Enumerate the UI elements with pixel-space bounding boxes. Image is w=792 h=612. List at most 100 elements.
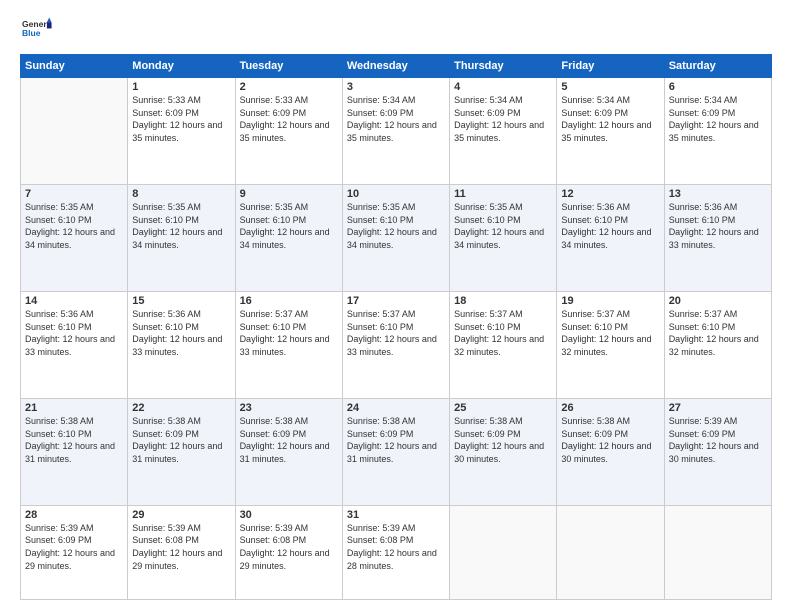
calendar-table: SundayMondayTuesdayWednesdayThursdayFrid…	[20, 54, 772, 600]
calendar-cell: 5Sunrise: 5:34 AMSunset: 6:09 PMDaylight…	[557, 78, 664, 185]
calendar-cell: 24Sunrise: 5:38 AMSunset: 6:09 PMDayligh…	[342, 398, 449, 505]
calendar-cell: 2Sunrise: 5:33 AMSunset: 6:09 PMDaylight…	[235, 78, 342, 185]
day-number: 1	[132, 81, 230, 93]
calendar-cell: 30Sunrise: 5:39 AMSunset: 6:08 PMDayligh…	[235, 505, 342, 599]
day-number: 8	[132, 188, 230, 200]
day-info: Sunrise: 5:35 AMSunset: 6:10 PMDaylight:…	[240, 201, 338, 251]
day-info: Sunrise: 5:39 AMSunset: 6:08 PMDaylight:…	[240, 522, 338, 572]
calendar-cell: 4Sunrise: 5:34 AMSunset: 6:09 PMDaylight…	[450, 78, 557, 185]
day-info: Sunrise: 5:36 AMSunset: 6:10 PMDaylight:…	[669, 201, 767, 251]
day-number: 4	[454, 81, 552, 93]
calendar-cell: 9Sunrise: 5:35 AMSunset: 6:10 PMDaylight…	[235, 184, 342, 291]
day-info: Sunrise: 5:37 AMSunset: 6:10 PMDaylight:…	[454, 308, 552, 358]
day-number: 14	[25, 295, 123, 307]
day-info: Sunrise: 5:37 AMSunset: 6:10 PMDaylight:…	[561, 308, 659, 358]
day-info: Sunrise: 5:36 AMSunset: 6:10 PMDaylight:…	[561, 201, 659, 251]
calendar-cell: 20Sunrise: 5:37 AMSunset: 6:10 PMDayligh…	[664, 291, 771, 398]
svg-text:Blue: Blue	[22, 28, 41, 38]
day-number: 15	[132, 295, 230, 307]
day-info: Sunrise: 5:34 AMSunset: 6:09 PMDaylight:…	[347, 94, 445, 144]
day-info: Sunrise: 5:35 AMSunset: 6:10 PMDaylight:…	[347, 201, 445, 251]
column-header-wednesday: Wednesday	[342, 55, 449, 78]
calendar-cell: 21Sunrise: 5:38 AMSunset: 6:10 PMDayligh…	[21, 398, 128, 505]
day-number: 17	[347, 295, 445, 307]
calendar-cell: 17Sunrise: 5:37 AMSunset: 6:10 PMDayligh…	[342, 291, 449, 398]
calendar-cell	[664, 505, 771, 599]
day-info: Sunrise: 5:39 AMSunset: 6:08 PMDaylight:…	[347, 522, 445, 572]
day-info: Sunrise: 5:38 AMSunset: 6:09 PMDaylight:…	[347, 415, 445, 465]
day-info: Sunrise: 5:36 AMSunset: 6:10 PMDaylight:…	[132, 308, 230, 358]
day-number: 16	[240, 295, 338, 307]
calendar-cell: 19Sunrise: 5:37 AMSunset: 6:10 PMDayligh…	[557, 291, 664, 398]
calendar-cell: 25Sunrise: 5:38 AMSunset: 6:09 PMDayligh…	[450, 398, 557, 505]
calendar-cell: 1Sunrise: 5:33 AMSunset: 6:09 PMDaylight…	[128, 78, 235, 185]
column-header-saturday: Saturday	[664, 55, 771, 78]
calendar-cell: 7Sunrise: 5:35 AMSunset: 6:10 PMDaylight…	[21, 184, 128, 291]
column-header-sunday: Sunday	[21, 55, 128, 78]
day-number: 19	[561, 295, 659, 307]
calendar-cell	[557, 505, 664, 599]
column-header-monday: Monday	[128, 55, 235, 78]
day-info: Sunrise: 5:34 AMSunset: 6:09 PMDaylight:…	[454, 94, 552, 144]
day-info: Sunrise: 5:38 AMSunset: 6:09 PMDaylight:…	[132, 415, 230, 465]
day-info: Sunrise: 5:38 AMSunset: 6:09 PMDaylight:…	[561, 415, 659, 465]
calendar-cell: 22Sunrise: 5:38 AMSunset: 6:09 PMDayligh…	[128, 398, 235, 505]
day-number: 24	[347, 402, 445, 414]
day-info: Sunrise: 5:38 AMSunset: 6:09 PMDaylight:…	[240, 415, 338, 465]
calendar-cell	[450, 505, 557, 599]
day-number: 10	[347, 188, 445, 200]
day-info: Sunrise: 5:38 AMSunset: 6:09 PMDaylight:…	[454, 415, 552, 465]
calendar-cell: 28Sunrise: 5:39 AMSunset: 6:09 PMDayligh…	[21, 505, 128, 599]
header: General Blue	[20, 16, 772, 44]
column-headers: SundayMondayTuesdayWednesdayThursdayFrid…	[21, 55, 772, 78]
calendar-cell: 6Sunrise: 5:34 AMSunset: 6:09 PMDaylight…	[664, 78, 771, 185]
day-info: Sunrise: 5:35 AMSunset: 6:10 PMDaylight:…	[25, 201, 123, 251]
column-header-thursday: Thursday	[450, 55, 557, 78]
day-info: Sunrise: 5:39 AMSunset: 6:08 PMDaylight:…	[132, 522, 230, 572]
day-info: Sunrise: 5:33 AMSunset: 6:09 PMDaylight:…	[240, 94, 338, 144]
day-number: 9	[240, 188, 338, 200]
day-number: 29	[132, 509, 230, 521]
calendar-cell: 15Sunrise: 5:36 AMSunset: 6:10 PMDayligh…	[128, 291, 235, 398]
calendar-cell: 10Sunrise: 5:35 AMSunset: 6:10 PMDayligh…	[342, 184, 449, 291]
column-header-tuesday: Tuesday	[235, 55, 342, 78]
day-number: 18	[454, 295, 552, 307]
calendar-cell	[21, 78, 128, 185]
day-number: 13	[669, 188, 767, 200]
day-number: 28	[25, 509, 123, 521]
calendar-cell: 13Sunrise: 5:36 AMSunset: 6:10 PMDayligh…	[664, 184, 771, 291]
week-row-1: 1Sunrise: 5:33 AMSunset: 6:09 PMDaylight…	[21, 78, 772, 185]
calendar-cell: 3Sunrise: 5:34 AMSunset: 6:09 PMDaylight…	[342, 78, 449, 185]
day-number: 21	[25, 402, 123, 414]
day-info: Sunrise: 5:39 AMSunset: 6:09 PMDaylight:…	[25, 522, 123, 572]
day-number: 12	[561, 188, 659, 200]
calendar-cell: 16Sunrise: 5:37 AMSunset: 6:10 PMDayligh…	[235, 291, 342, 398]
calendar-cell: 8Sunrise: 5:35 AMSunset: 6:10 PMDaylight…	[128, 184, 235, 291]
day-info: Sunrise: 5:34 AMSunset: 6:09 PMDaylight:…	[669, 94, 767, 144]
day-info: Sunrise: 5:36 AMSunset: 6:10 PMDaylight:…	[25, 308, 123, 358]
calendar-page: General Blue SundayMondayTuesdayWednesda…	[0, 0, 792, 612]
day-info: Sunrise: 5:37 AMSunset: 6:10 PMDaylight:…	[347, 308, 445, 358]
day-number: 25	[454, 402, 552, 414]
day-info: Sunrise: 5:33 AMSunset: 6:09 PMDaylight:…	[132, 94, 230, 144]
day-number: 11	[454, 188, 552, 200]
day-number: 20	[669, 295, 767, 307]
calendar-cell: 26Sunrise: 5:38 AMSunset: 6:09 PMDayligh…	[557, 398, 664, 505]
calendar-cell: 23Sunrise: 5:38 AMSunset: 6:09 PMDayligh…	[235, 398, 342, 505]
week-row-4: 21Sunrise: 5:38 AMSunset: 6:10 PMDayligh…	[21, 398, 772, 505]
day-info: Sunrise: 5:35 AMSunset: 6:10 PMDaylight:…	[132, 201, 230, 251]
calendar-cell: 27Sunrise: 5:39 AMSunset: 6:09 PMDayligh…	[664, 398, 771, 505]
calendar-cell: 29Sunrise: 5:39 AMSunset: 6:08 PMDayligh…	[128, 505, 235, 599]
logo: General Blue	[20, 16, 52, 44]
calendar-cell: 31Sunrise: 5:39 AMSunset: 6:08 PMDayligh…	[342, 505, 449, 599]
day-info: Sunrise: 5:34 AMSunset: 6:09 PMDaylight:…	[561, 94, 659, 144]
day-number: 26	[561, 402, 659, 414]
week-row-5: 28Sunrise: 5:39 AMSunset: 6:09 PMDayligh…	[21, 505, 772, 599]
column-header-friday: Friday	[557, 55, 664, 78]
day-number: 27	[669, 402, 767, 414]
calendar-cell: 12Sunrise: 5:36 AMSunset: 6:10 PMDayligh…	[557, 184, 664, 291]
day-number: 2	[240, 81, 338, 93]
calendar-cell: 14Sunrise: 5:36 AMSunset: 6:10 PMDayligh…	[21, 291, 128, 398]
week-row-3: 14Sunrise: 5:36 AMSunset: 6:10 PMDayligh…	[21, 291, 772, 398]
day-number: 6	[669, 81, 767, 93]
